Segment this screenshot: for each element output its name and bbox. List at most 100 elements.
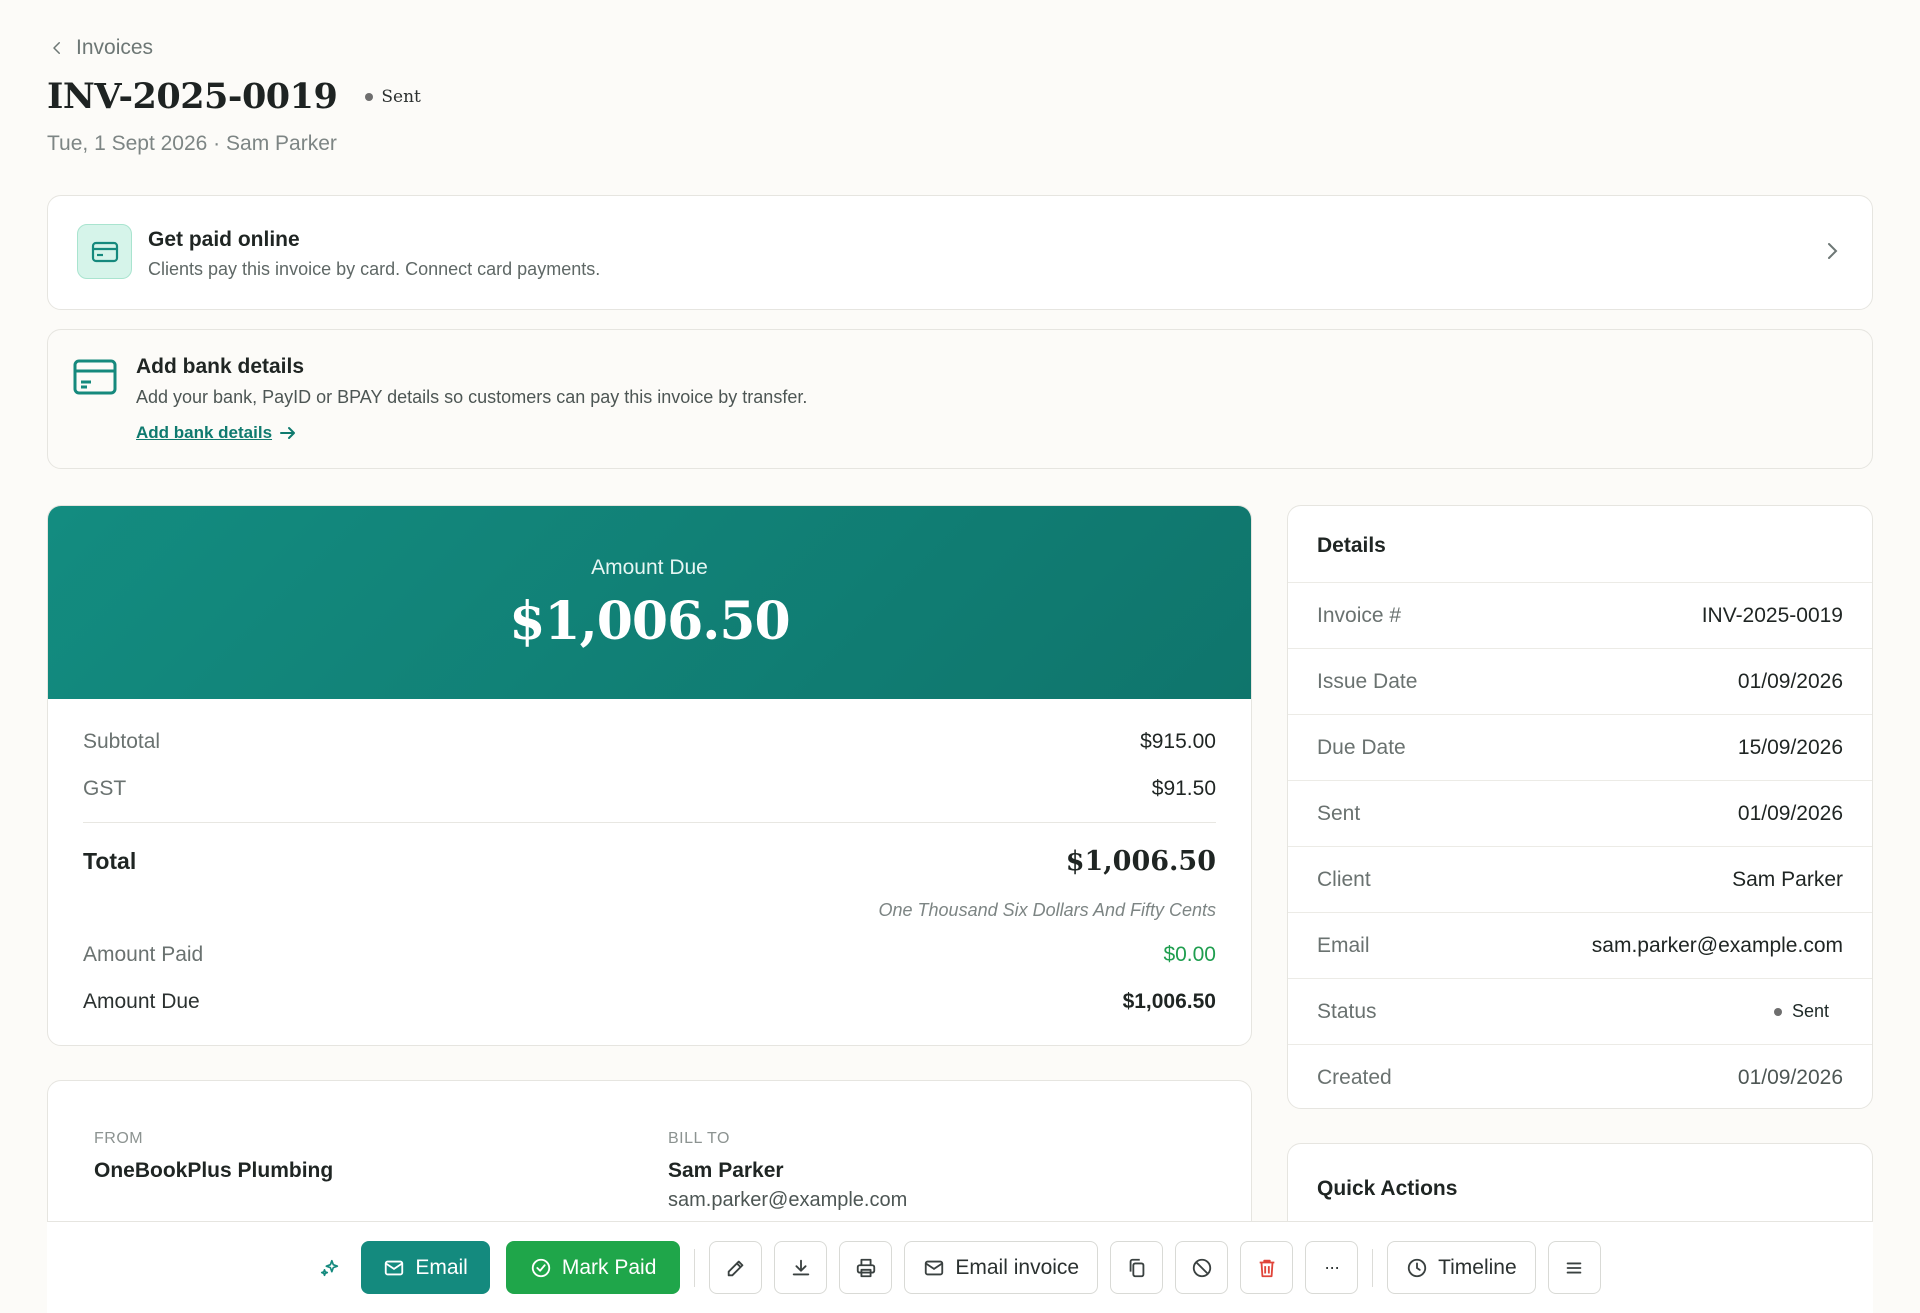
gst-label: GST [83,777,127,800]
detail-row-sent: Sent 01/09/2026 [1288,781,1872,847]
add-bank-details-link[interactable]: Add bank details [136,423,296,443]
hero-label: Amount Due [591,556,708,579]
email-invoice-button[interactable]: Email invoice [904,1241,1099,1294]
status-badge: Sent [1773,1001,1843,1022]
gst-row: GST $91.50 [83,777,1216,801]
toolbar-divider [1372,1248,1374,1287]
details-title: Details [1288,506,1872,583]
duplicate-button[interactable] [1110,1241,1164,1294]
total-label: Total [83,848,137,874]
detail-value: 01/09/2026 [1737,801,1843,825]
detail-label: Sent [1317,801,1361,825]
subtotal-label: Subtotal [83,730,161,753]
mail-icon [385,1260,404,1275]
amount-due-hero: Amount Due $1,006.50 [48,506,1251,699]
status-badge: Sent [365,87,421,107]
back-link-invoices[interactable]: Invoices [48,36,153,60]
get-paid-online-banner[interactable]: Get paid online Clients pay this invoice… [47,195,1873,310]
detail-label: Created [1317,1066,1392,1089]
status-badge-label: Sent [1791,1001,1829,1021]
detail-label: Client [1317,867,1371,891]
detail-row-client: Client Sam Parker [1288,847,1872,913]
detail-label: Invoice # [1317,603,1402,627]
email-invoice-button-label: Email invoice [955,1255,1080,1279]
detail-value: Sam Parker [1732,867,1843,891]
more-options-button[interactable]: ··· [1305,1241,1359,1294]
chevron-right-icon [1828,243,1838,259]
mail-icon [925,1260,944,1275]
bank-card-icon [73,359,117,395]
detail-label: Issue Date [1317,669,1418,693]
banner-title: Get paid online [148,228,300,251]
detail-value: sam.parker@example.com [1591,933,1843,957]
menu-button[interactable] [1547,1241,1601,1294]
status-badge-label: Sent [381,86,421,107]
banner-description: Add your bank, PayID or BPAY details so … [136,387,808,407]
more-icon: ··· [1324,1257,1340,1277]
toolbar-divider [694,1248,696,1287]
back-link-label: Invoices [76,36,154,59]
clock-icon [1407,1258,1427,1277]
hero-amount: $1,006.50 [509,591,790,652]
subtotal-value: $915.00 [1140,730,1216,753]
status-dot-icon [1773,1007,1782,1016]
add-bank-details-banner: Add bank details Add your bank, PayID or… [47,329,1873,469]
divider [83,822,1216,823]
mark-paid-button[interactable]: Mark Paid [505,1241,681,1294]
detail-label: Status [1317,999,1377,1023]
detail-label: Email [1317,933,1370,957]
amount-paid-label: Amount Paid [83,943,204,966]
ban-icon [1192,1258,1211,1277]
bill-to-label: BILL TO [668,1130,730,1147]
detail-label: Due Date [1317,735,1406,759]
action-bar: Email Mark Paid Email invoice ··· Timeli… [47,1221,1873,1313]
detail-value: 01/09/2026 [1737,669,1843,693]
email-button-label: Email [415,1255,468,1279]
sparkle-icon[interactable] [319,1257,341,1279]
trash-icon [1259,1259,1274,1277]
delete-button[interactable] [1240,1241,1294,1294]
subtotal-row: Subtotal $915.00 [83,730,1216,754]
copy-icon [1129,1258,1144,1277]
from-name: OneBookPlus Plumbing [94,1159,334,1182]
total-row: Total $1,006.50 [83,846,1216,877]
download-icon [792,1259,810,1275]
amount-due-row: Amount Due $1,006.50 [83,990,1216,1014]
gst-value: $91.50 [1151,777,1216,800]
amount-paid-row: Amount Paid $0.00 [83,943,1216,967]
print-button[interactable] [839,1241,893,1294]
status-dot-icon [365,92,374,101]
detail-row-created: Created 01/09/2026 [1288,1045,1872,1111]
printer-icon [856,1258,876,1277]
detail-value: INV-2025-0019 [1701,603,1843,627]
detail-row-due-date: Due Date 15/09/2026 [1288,715,1872,781]
bill-to-email: sam.parker@example.com [668,1189,908,1211]
detail-value: 01/09/2026 [1737,1066,1843,1089]
from-label: FROM [94,1130,144,1147]
credit-card-icon [77,224,132,279]
page-title: INV-2025-0019 [47,76,338,117]
void-button[interactable] [1175,1241,1229,1294]
check-circle-icon [531,1258,551,1277]
amount-paid-value: $0.00 [1163,943,1216,966]
pencil-icon [727,1260,744,1276]
amount-due-value: $1,006.50 [1122,990,1216,1013]
banner-title: Add bank details [136,355,305,378]
timeline-button[interactable]: Timeline [1387,1241,1536,1294]
bill-to-name: Sam Parker [668,1159,784,1182]
timeline-button-label: Timeline [1438,1255,1517,1279]
email-button[interactable]: Email [361,1241,490,1294]
total-value: $1,006.50 [1065,846,1216,877]
detail-row-status: Status Sent [1288,979,1872,1045]
detail-row-invoice-number: Invoice # INV-2025-0019 [1288,583,1872,649]
arrow-right-icon [280,427,296,439]
menu-icon [1566,1262,1582,1273]
amount-summary-card: Amount Due $1,006.50 Subtotal $915.00 GS… [47,505,1252,1046]
detail-value: 15/09/2026 [1737,735,1843,759]
banner-description: Clients pay this invoice by card. Connec… [148,259,601,279]
edit-button[interactable] [709,1241,763,1294]
chevron-left-icon [53,42,60,54]
detail-row-issue-date: Issue Date 01/09/2026 [1288,649,1872,715]
download-button[interactable] [774,1241,828,1294]
details-card: Details Invoice # INV-2025-0019 Issue Da… [1287,505,1873,1109]
